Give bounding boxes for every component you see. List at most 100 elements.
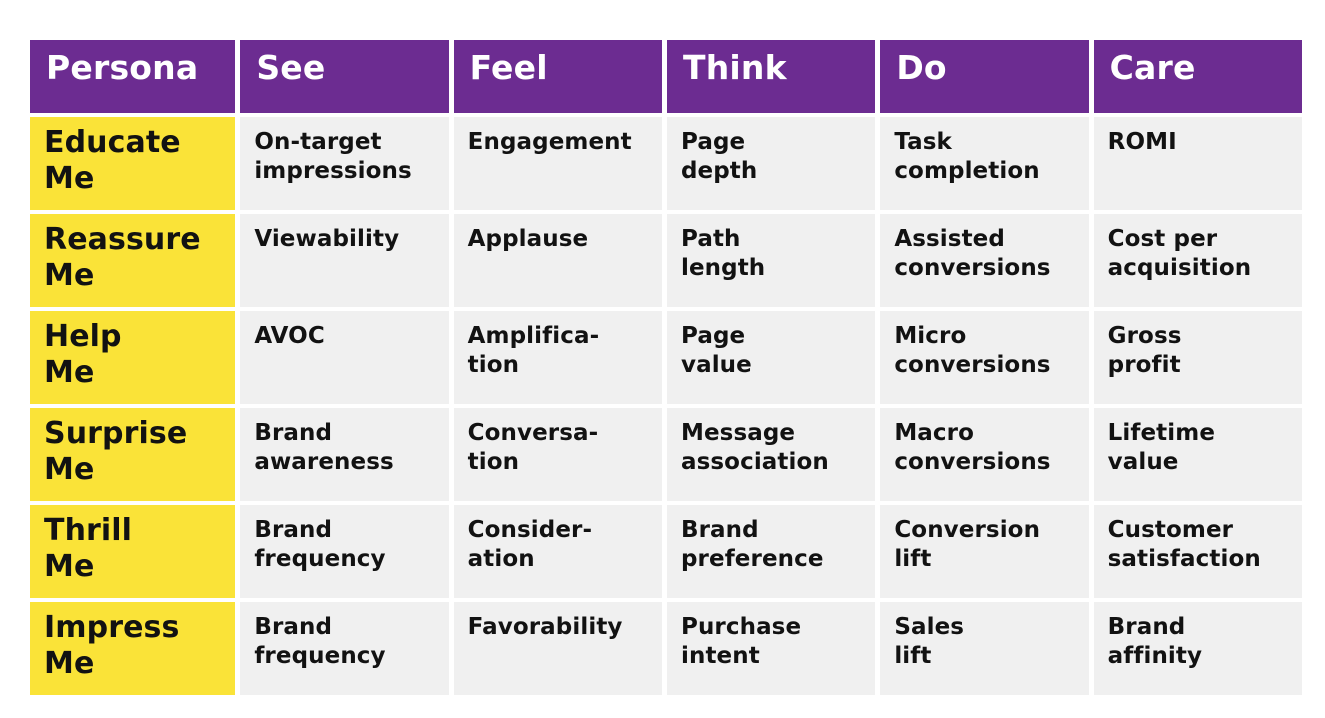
metric-cell-think: Message association <box>666 408 876 501</box>
table-row: Reassure Me Viewability Applause Path leng… <box>30 214 1302 307</box>
column-header-see: See <box>240 40 449 113</box>
table-header: Persona See Feel Think Do Care <box>30 40 1302 113</box>
cell-line-2: awareness <box>254 449 394 476</box>
cell-line-2: intent <box>680 643 760 670</box>
metric-cell-feel: Applause <box>453 214 662 307</box>
metric-cell-think: Brand preference <box>666 505 876 598</box>
cell-line-2: Me <box>44 161 95 196</box>
column-header-care: Care <box>1093 40 1302 113</box>
metric-cell-do: Task completion <box>880 117 1089 210</box>
metric-cell-do: Sales lift <box>880 602 1089 695</box>
cell-line-2: impressions <box>254 158 412 185</box>
metric-cell-feel: Favorability <box>453 602 662 695</box>
cell-line-2: lift <box>894 546 932 573</box>
cell-line-1: Impress <box>44 610 180 645</box>
cell-line-2: Me <box>44 258 95 293</box>
metric-cell-care: ROMI <box>1093 117 1302 210</box>
cell-line-1: Help <box>44 319 122 354</box>
cell-line-2: profit <box>1107 352 1181 379</box>
cell-line-2: satisfaction <box>1107 546 1261 573</box>
cell-line-2: Me <box>44 452 95 487</box>
persona-metrics-matrix: Persona See Feel Think Do Care Educate Me… <box>30 40 1312 695</box>
metric-cell-care: Gross profit <box>1093 311 1302 404</box>
cell-line-2: association <box>680 449 829 476</box>
metric-cell-feel: Engagement <box>453 117 662 210</box>
table-row: Impress Me Brand frequency Favorability Pu… <box>30 602 1302 695</box>
cell-line-1: Macro <box>894 420 974 446</box>
column-header-persona: Persona <box>30 40 236 113</box>
cell-line-1: Gross <box>1107 323 1182 349</box>
cell-line-2: Me <box>44 355 95 390</box>
cell-line-2: depth <box>680 158 758 185</box>
cell-line-2: frequency <box>254 546 386 573</box>
cell-line-2: acquisition <box>1107 255 1252 282</box>
cell-line-2: tion <box>467 352 520 379</box>
cell-line-1: Amplifica- <box>467 323 600 349</box>
column-header-feel: Feel <box>453 40 662 113</box>
metric-cell-care: Customer satisfaction <box>1093 505 1302 598</box>
persona-name-cell: Educate Me <box>30 117 236 210</box>
metric-cell-care: Cost per acquisition <box>1093 214 1302 307</box>
cell-line-2: Me <box>44 549 95 584</box>
cell-line-2: conversions <box>894 449 1051 476</box>
cell-line-1: Engagement <box>467 129 632 155</box>
metric-cell-care: Lifetime value <box>1093 408 1302 501</box>
metric-cell-think: Purchase intent <box>666 602 876 695</box>
metric-cell-think: Page value <box>666 311 876 404</box>
cell-line-1: Message <box>680 420 796 446</box>
cell-line-1: Page <box>680 323 746 349</box>
table-row: Educate Me On-target impressions Engagemen… <box>30 117 1302 210</box>
column-header-think: Think <box>666 40 876 113</box>
cell-line-1: Micro <box>894 323 967 349</box>
metric-cell-see: On-target impressions <box>240 117 449 210</box>
metric-cell-see: AVOC <box>240 311 449 404</box>
cell-line-1: Thrill <box>44 513 133 548</box>
cell-line-1: Lifetime <box>1107 420 1216 446</box>
metric-cell-do: Conversion lift <box>880 505 1089 598</box>
cell-line-1: Conversa- <box>467 420 599 446</box>
cell-line-1: Viewability <box>254 226 400 252</box>
cell-line-2: conversions <box>894 255 1051 282</box>
metric-cell-do: Assisted conversions <box>880 214 1089 307</box>
cell-line-1: Purchase <box>680 614 802 640</box>
persona-name-cell: Thrill Me <box>30 505 236 598</box>
metric-cell-think: Path length <box>666 214 876 307</box>
cell-line-1: Assisted <box>894 226 1005 252</box>
cell-line-2: length <box>680 255 766 282</box>
header-row: Persona See Feel Think Do Care <box>30 40 1302 113</box>
metric-cell-do: Macro conversions <box>880 408 1089 501</box>
metric-cell-see: Brand frequency <box>240 505 449 598</box>
cell-line-1: Cost per <box>1107 226 1218 252</box>
cell-line-2: affinity <box>1107 643 1203 670</box>
persona-name-cell: Help Me <box>30 311 236 404</box>
cell-line-1: Customer <box>1107 517 1234 543</box>
cell-line-1: Task <box>894 129 952 155</box>
metric-cell-think: Page depth <box>666 117 876 210</box>
metric-cell-feel: Consider-ation <box>453 505 662 598</box>
cell-line-1: Conversion <box>894 517 1041 543</box>
cell-line-2: completion <box>894 158 1040 185</box>
cell-line-2: lift <box>894 643 932 670</box>
table-body: Educate Me On-target impressions Engagemen… <box>30 117 1302 695</box>
cell-line-1: Educate <box>44 125 181 160</box>
cell-line-2: conversions <box>894 352 1051 379</box>
cell-line-1: Brand <box>254 517 333 543</box>
cell-line-1: Path <box>680 226 741 252</box>
metric-cell-do: Micro conversions <box>880 311 1089 404</box>
cell-line-1: Brand <box>254 420 333 446</box>
cell-line-1: Brand <box>680 517 759 543</box>
cell-line-1: Favorability <box>467 614 623 640</box>
cell-line-1: Surprise <box>44 416 188 451</box>
cell-line-2: value <box>1107 449 1179 476</box>
persona-name-cell: Impress Me <box>30 602 236 695</box>
table-row: Thrill Me Brand frequency Consider-ation B… <box>30 505 1302 598</box>
cell-line-1: Sales <box>894 614 965 640</box>
column-header-do: Do <box>880 40 1089 113</box>
metric-cell-see: Brand frequency <box>240 602 449 695</box>
cell-line-2: frequency <box>254 643 386 670</box>
cell-line-1: Page <box>680 129 746 155</box>
metric-cell-see: Viewability <box>240 214 449 307</box>
cell-line-2: tion <box>467 449 520 476</box>
metric-cell-feel: Amplifica-tion <box>453 311 662 404</box>
cell-line-1: AVOC <box>254 323 325 349</box>
